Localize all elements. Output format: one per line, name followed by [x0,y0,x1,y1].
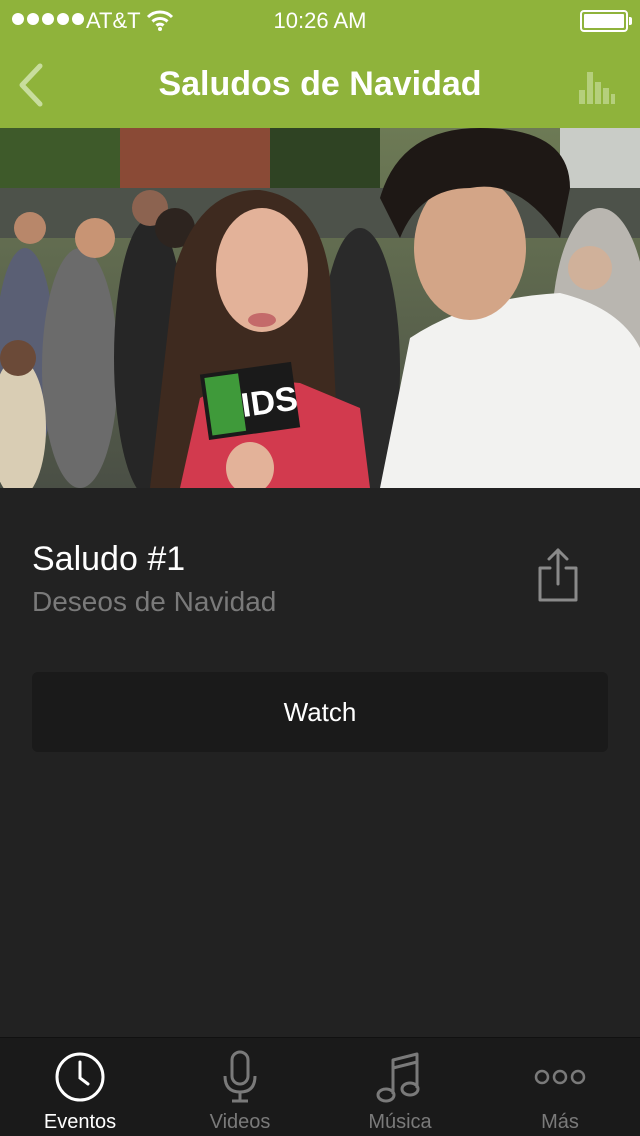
tab-videos[interactable]: Videos [160,1038,320,1136]
header: AT&T 10:26 AM Saludos de Navidad [0,0,640,128]
tab-label: Más [541,1111,579,1133]
microphone-icon [223,1050,257,1103]
item-title: Saludo #1 [32,540,186,578]
tab-label: Música [368,1111,432,1133]
clock-icon [55,1052,105,1102]
more-icon [534,1069,586,1085]
video-thumbnail[interactable]: IDS [0,128,640,488]
music-note-icon [376,1052,420,1103]
bar-chart-icon [579,72,615,104]
tab-musica[interactable]: Música [320,1038,480,1136]
tab-mas[interactable]: Más [480,1038,640,1136]
status-time: 10:26 AM [273,8,367,33]
tab-eventos[interactable]: Eventos [0,1038,160,1136]
tab-label: Videos [209,1111,271,1133]
tab-label: Eventos [43,1111,117,1133]
tab-bar: Eventos Videos Música Más [0,1037,640,1136]
page-title: Saludos de Navidad [158,65,482,103]
stats-button[interactable] [576,66,616,106]
mic-flag-text: IDS [239,379,300,425]
battery-icon [580,10,632,32]
item-subtitle: Deseos de Navidad [32,586,277,617]
share-icon [538,548,578,602]
watch-button[interactable]: Watch [32,672,608,752]
status-bar: AT&T 10:26 AM [0,0,640,40]
share-button[interactable] [532,546,584,606]
thumbnail-image: IDS [0,128,640,488]
nav-bar: Saludos de Navidad [0,40,640,128]
content: Saludo #1 Deseos de Navidad Watch [0,488,640,1037]
